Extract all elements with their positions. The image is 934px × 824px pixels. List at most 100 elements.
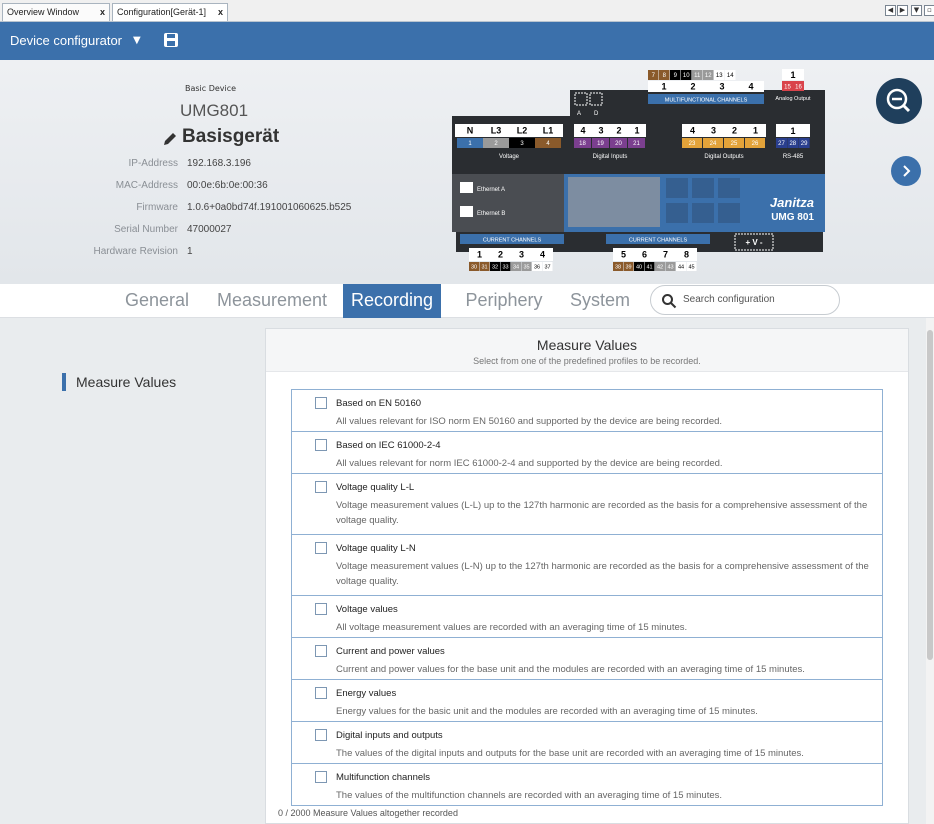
close-tab-icon[interactable]: x: [218, 4, 223, 20]
tab-general[interactable]: General: [112, 284, 202, 318]
terminal-number: 1: [661, 82, 666, 92]
option-title: Based on EN 50160: [336, 398, 422, 409]
search-input[interactable]: Search configuration: [650, 285, 840, 315]
option-title: Voltage quality L-N: [336, 543, 416, 554]
checkbox[interactable]: [315, 645, 327, 657]
next-button[interactable]: [891, 156, 921, 186]
option-iec61000[interactable]: Based on IEC 61000-2-4 All values releva…: [291, 431, 883, 474]
voltage-label: Voltage: [499, 154, 520, 160]
terminal-number: 35: [523, 264, 529, 270]
checkbox[interactable]: [315, 397, 327, 409]
search-placeholder: Search configuration: [683, 294, 775, 305]
option-digital-io[interactable]: Digital inputs and outputs The values of…: [291, 721, 883, 764]
terminal-number: 24: [710, 141, 717, 147]
sidebar-item-measure-values[interactable]: Measure Values: [62, 373, 176, 391]
panel-subtitle: Select from one of the predefined profil…: [473, 356, 701, 366]
vertical-scrollbar[interactable]: [926, 318, 934, 824]
terminal-number: 23: [689, 141, 696, 147]
terminal-number: 29: [801, 141, 808, 147]
checkbox[interactable]: [315, 481, 327, 493]
chevron-right-icon: [903, 165, 911, 177]
terminal-number: L1: [543, 126, 554, 136]
zoom-out-icon: [886, 88, 911, 113]
basic-device-label: Basic Device: [185, 84, 237, 93]
terminal-number: 3: [719, 82, 724, 92]
device-configurator-menu[interactable]: Device configurator: [10, 33, 122, 48]
property-mac: MAC-Address 00:0e:6b:0e:00:36: [0, 180, 400, 194]
option-voltage-values[interactable]: Voltage values All voltage measurement v…: [291, 595, 883, 638]
tab-recording[interactable]: Recording: [343, 284, 441, 318]
checkbox[interactable]: [315, 687, 327, 699]
checkbox[interactable]: [315, 439, 327, 451]
scrollbar-thumb[interactable]: [927, 330, 933, 660]
mfc-label: MULTIFUNCTIONAL CHANNELS: [665, 98, 748, 104]
option-en50160[interactable]: Based on EN 50160 All values relevant fo…: [291, 389, 883, 432]
checkbox[interactable]: [315, 603, 327, 615]
terminal-number: 14: [727, 73, 734, 79]
scroll-left-icon[interactable]: ◀: [885, 5, 896, 16]
close-tab-icon[interactable]: x: [100, 4, 105, 20]
tab-system[interactable]: System: [561, 284, 639, 318]
document-tab-strip: Overview Window x Configuration[Gerät-1]…: [0, 0, 934, 22]
option-description: All values relevant for norm IEC 61000-2…: [336, 458, 723, 469]
property-key: Serial Number: [114, 224, 178, 235]
terminal-number: 2: [732, 126, 737, 136]
terminal-number: 38: [615, 264, 621, 270]
option-description: The values of the digital inputs and out…: [336, 748, 804, 759]
terminal-number: 4: [690, 126, 695, 136]
option-description: All values relevant for ISO norm EN 5016…: [336, 416, 723, 427]
option-multifunction-channels[interactable]: Multifunction channels The values of the…: [291, 763, 883, 806]
checkbox[interactable]: [315, 771, 327, 783]
terminal-number: 11: [694, 73, 701, 79]
option-energy-values[interactable]: Energy values Energy values for the basi…: [291, 679, 883, 722]
checkbox[interactable]: [315, 729, 327, 741]
terminal-number: 41: [646, 264, 652, 270]
recorded-count: 0 / 2000 Measure Values altogether recor…: [278, 808, 458, 818]
terminal-number: 26: [752, 141, 759, 147]
analog-output-number: 1: [790, 70, 795, 80]
property-value: 1: [187, 246, 193, 257]
option-description: Voltage measurement values (L-N) up to t…: [336, 561, 869, 587]
tab-label: Overview Window: [7, 7, 80, 17]
tab-measurement[interactable]: Measurement: [208, 284, 336, 318]
option-title: Multifunction channels: [336, 772, 430, 783]
terminal-number: N: [467, 126, 474, 136]
property-value: 00:0e:6b:0e:00:36: [187, 180, 268, 191]
terminal-number: 30: [471, 264, 477, 270]
option-voltage-quality-ll[interactable]: Voltage quality L-L Voltage measurement …: [291, 473, 883, 535]
window-menu-icon[interactable]: ▫: [924, 5, 934, 16]
property-ip: IP-Address 192.168.3.196: [0, 158, 400, 172]
zoom-out-button[interactable]: [876, 78, 922, 124]
save-icon[interactable]: [163, 32, 179, 48]
option-title: Voltage values: [336, 604, 398, 615]
terminal-number: 13: [716, 73, 723, 79]
pencil-icon[interactable]: [162, 131, 178, 147]
device-name[interactable]: Basisgerät: [182, 126, 279, 148]
tab-overview-window[interactable]: Overview Window x: [2, 3, 110, 21]
rs485-label: RS-485: [783, 154, 804, 160]
option-voltage-quality-ln[interactable]: Voltage quality L-N Voltage measurement …: [291, 534, 883, 596]
option-title: Digital inputs and outputs: [336, 730, 443, 741]
property-key: IP-Address: [128, 158, 178, 169]
brand-logo: Janitza: [770, 195, 814, 210]
tab-periphery[interactable]: Periphery: [455, 284, 553, 318]
scroll-right-icon[interactable]: ▶: [897, 5, 908, 16]
main-content: Measure Values Measure Values Select fro…: [0, 318, 934, 824]
property-value: 47000027: [187, 224, 232, 235]
tab-configuration[interactable]: Configuration[Gerät-1] x: [112, 3, 228, 21]
tab-list-icon[interactable]: ▼: [911, 5, 922, 16]
terminal-number: 36: [534, 264, 540, 270]
property-hardware-revision: Hardware Revision 1: [0, 246, 400, 260]
option-current-power-values[interactable]: Current and power values Current and pow…: [291, 637, 883, 680]
terminal-number: 19: [597, 141, 604, 147]
terminal-number: 7: [663, 250, 668, 260]
option-description: All voltage measurement values are recor…: [336, 622, 688, 633]
checkbox[interactable]: [315, 542, 327, 554]
digital-inputs-label: Digital Inputs: [593, 154, 628, 160]
terminal-number: 5: [621, 250, 626, 260]
property-serial: Serial Number 47000027: [0, 224, 400, 238]
option-description: The values of the multifunction channels…: [336, 790, 723, 801]
configurator-toolbar: Device configurator ▼: [0, 22, 934, 60]
terminal-number: 43: [667, 264, 673, 270]
chevron-down-icon[interactable]: ▼: [133, 35, 141, 46]
